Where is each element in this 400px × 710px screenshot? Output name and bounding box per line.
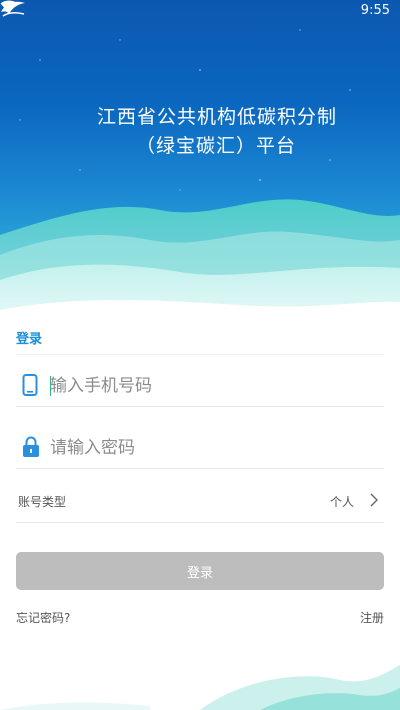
login-screen: 9:55 江西省公共机构低碳积分制 （绿宝碳汇）平台 登录 账号类型 个人 [0, 0, 400, 710]
tab-login[interactable]: 登录 [16, 328, 42, 347]
phone-input-row [16, 366, 384, 407]
status-bar: 9:55 [0, 0, 400, 24]
login-button[interactable]: 登录 [16, 552, 384, 590]
forgot-password-link[interactable]: 忘记密码? [16, 609, 70, 626]
register-link[interactable]: 注册 [360, 609, 384, 626]
banner-background [0, 29, 400, 360]
header-banner: 9:55 江西省公共机构低碳积分制 （绿宝碳汇）平台 [0, 0, 400, 360]
chevron-right-icon [370, 493, 378, 507]
password-input-row [16, 428, 384, 469]
leaf-logo-icon [1, 1, 25, 17]
status-time: 9:55 [360, 3, 390, 18]
bottom-wave-decoration [0, 665, 400, 710]
account-type-label: 账号类型 [18, 495, 67, 509]
password-input[interactable] [50, 428, 370, 468]
app-title-line2: （绿宝碳汇）平台 [136, 135, 297, 157]
phone-icon [22, 374, 38, 396]
text-cursor [50, 376, 51, 396]
account-type-selector[interactable]: 账号类型 个人 [16, 480, 384, 523]
lock-icon [23, 436, 39, 457]
phone-input[interactable] [50, 366, 370, 406]
app-title-line1: 江西省公共机构低碳积分制 [97, 106, 338, 128]
divider [16, 354, 384, 355]
account-type-value: 个人 [329, 495, 354, 509]
